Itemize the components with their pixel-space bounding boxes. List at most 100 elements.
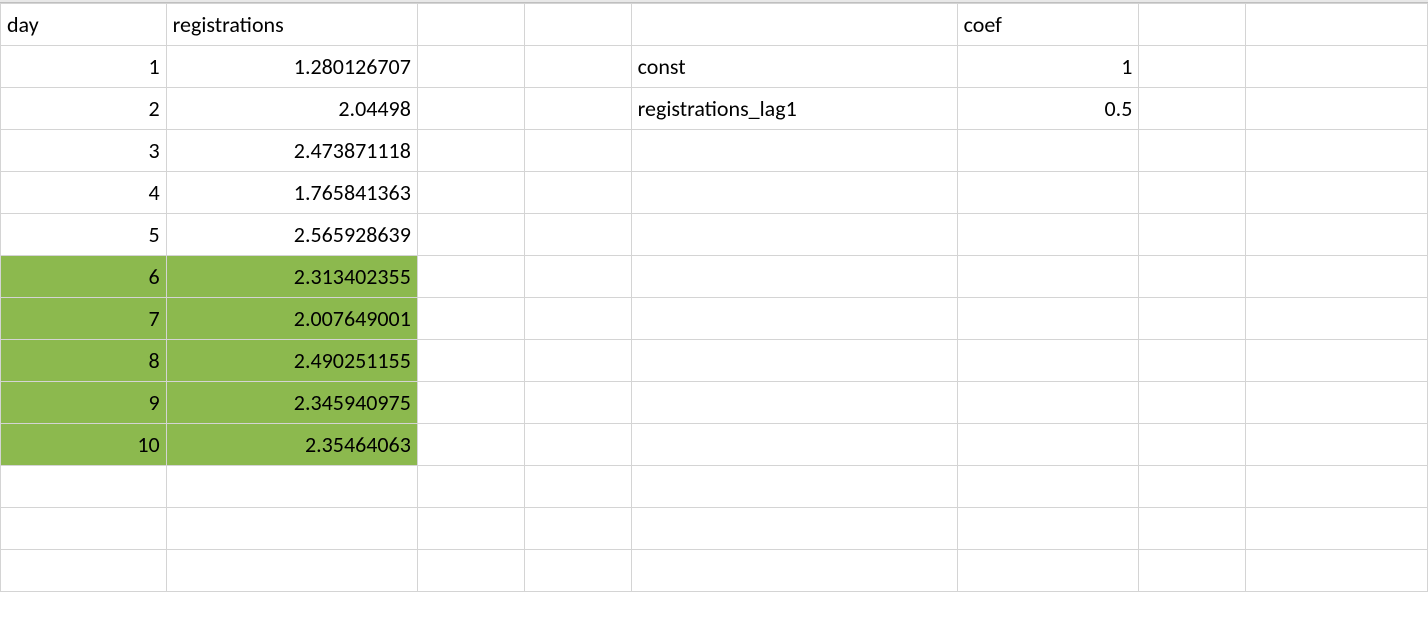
empty-cell[interactable] <box>631 466 957 508</box>
empty-cell[interactable] <box>417 424 524 466</box>
empty-cell[interactable] <box>631 130 957 172</box>
spreadsheet-grid[interactable]: day registrations coef 1 1.280126707 con… <box>0 3 1428 592</box>
empty-cell[interactable] <box>1139 214 1246 256</box>
empty-cell[interactable] <box>631 172 957 214</box>
cell-coef-label[interactable]: registrations_lag1 <box>631 88 957 130</box>
empty-cell[interactable] <box>1139 340 1246 382</box>
empty-cell[interactable] <box>957 340 1139 382</box>
cell-day[interactable]: 10 <box>1 424 167 466</box>
empty-cell[interactable] <box>1246 214 1428 256</box>
empty-cell[interactable] <box>1246 88 1428 130</box>
empty-cell[interactable] <box>957 466 1139 508</box>
cell-coef-val[interactable]: 0.5 <box>957 88 1139 130</box>
empty-cell[interactable] <box>524 340 631 382</box>
empty-cell[interactable] <box>1246 298 1428 340</box>
empty-cell[interactable] <box>524 214 631 256</box>
empty-cell[interactable] <box>1246 172 1428 214</box>
cell-day[interactable]: 4 <box>1 172 167 214</box>
empty-cell[interactable] <box>524 130 631 172</box>
empty-cell[interactable] <box>1246 382 1428 424</box>
empty-cell[interactable] <box>1246 130 1428 172</box>
empty-cell[interactable] <box>957 130 1139 172</box>
cell-day[interactable]: 5 <box>1 214 167 256</box>
empty-cell[interactable] <box>1139 382 1246 424</box>
empty-cell[interactable] <box>1246 256 1428 298</box>
empty-cell[interactable] <box>957 214 1139 256</box>
empty-cell[interactable] <box>1246 424 1428 466</box>
cell-coef-val[interactable]: 1 <box>957 46 1139 88</box>
empty-cell[interactable] <box>417 130 524 172</box>
empty-cell[interactable] <box>1 508 167 550</box>
empty-cell[interactable] <box>417 298 524 340</box>
cell-reg[interactable]: 2.35464063 <box>166 424 417 466</box>
empty-cell[interactable] <box>631 256 957 298</box>
cell-reg[interactable]: 2.490251155 <box>166 340 417 382</box>
empty-cell[interactable] <box>957 382 1139 424</box>
empty-cell[interactable] <box>524 298 631 340</box>
empty-cell[interactable] <box>1139 550 1246 592</box>
empty-cell[interactable] <box>1246 340 1428 382</box>
cell-day[interactable]: 1 <box>1 46 167 88</box>
empty-cell[interactable] <box>631 340 957 382</box>
cell-day[interactable]: 6 <box>1 256 167 298</box>
empty-cell[interactable] <box>1246 4 1428 46</box>
header-registrations[interactable]: registrations <box>166 4 417 46</box>
empty-cell[interactable] <box>524 172 631 214</box>
empty-cell[interactable] <box>417 550 524 592</box>
empty-cell[interactable] <box>1 550 167 592</box>
empty-cell[interactable] <box>1139 466 1246 508</box>
empty-cell[interactable] <box>1246 466 1428 508</box>
cell-day[interactable]: 9 <box>1 382 167 424</box>
empty-cell[interactable] <box>631 382 957 424</box>
cell-reg[interactable]: 2.473871118 <box>166 130 417 172</box>
empty-cell[interactable] <box>417 340 524 382</box>
empty-cell[interactable] <box>631 298 957 340</box>
empty-cell[interactable] <box>524 466 631 508</box>
empty-cell[interactable] <box>1 466 167 508</box>
header-coef[interactable]: coef <box>957 4 1139 46</box>
empty-cell[interactable] <box>417 508 524 550</box>
empty-cell[interactable] <box>417 256 524 298</box>
empty-cell[interactable] <box>631 550 957 592</box>
empty-cell[interactable] <box>1139 130 1246 172</box>
empty-cell[interactable] <box>1139 256 1246 298</box>
header-day[interactable]: day <box>1 4 167 46</box>
empty-cell[interactable] <box>1139 4 1246 46</box>
cell-reg[interactable]: 2.04498 <box>166 88 417 130</box>
empty-cell[interactable] <box>417 466 524 508</box>
empty-cell[interactable] <box>1139 88 1246 130</box>
empty-cell[interactable] <box>417 46 524 88</box>
cell-reg[interactable]: 1.280126707 <box>166 46 417 88</box>
empty-cell[interactable] <box>1246 508 1428 550</box>
cell-day[interactable]: 3 <box>1 130 167 172</box>
cell-reg[interactable]: 2.345940975 <box>166 382 417 424</box>
empty-cell[interactable] <box>631 508 957 550</box>
empty-cell[interactable] <box>1139 424 1246 466</box>
cell-reg[interactable]: 1.765841363 <box>166 172 417 214</box>
empty-cell[interactable] <box>524 424 631 466</box>
empty-cell[interactable] <box>524 46 631 88</box>
empty-cell[interactable] <box>417 4 524 46</box>
empty-cell[interactable] <box>417 382 524 424</box>
empty-cell[interactable] <box>957 424 1139 466</box>
cell-reg[interactable]: 2.313402355 <box>166 256 417 298</box>
cell-day[interactable]: 2 <box>1 88 167 130</box>
cell-day[interactable]: 8 <box>1 340 167 382</box>
empty-cell[interactable] <box>166 508 417 550</box>
empty-cell[interactable] <box>417 214 524 256</box>
cell-coef-label[interactable]: const <box>631 46 957 88</box>
empty-cell[interactable] <box>524 382 631 424</box>
empty-cell[interactable] <box>524 4 631 46</box>
empty-cell[interactable] <box>166 466 417 508</box>
empty-cell[interactable] <box>1246 550 1428 592</box>
empty-cell[interactable] <box>1139 46 1246 88</box>
empty-cell[interactable] <box>166 550 417 592</box>
empty-cell[interactable] <box>631 4 957 46</box>
empty-cell[interactable] <box>417 172 524 214</box>
empty-cell[interactable] <box>631 214 957 256</box>
empty-cell[interactable] <box>524 550 631 592</box>
empty-cell[interactable] <box>524 508 631 550</box>
empty-cell[interactable] <box>1246 46 1428 88</box>
empty-cell[interactable] <box>957 298 1139 340</box>
empty-cell[interactable] <box>524 256 631 298</box>
